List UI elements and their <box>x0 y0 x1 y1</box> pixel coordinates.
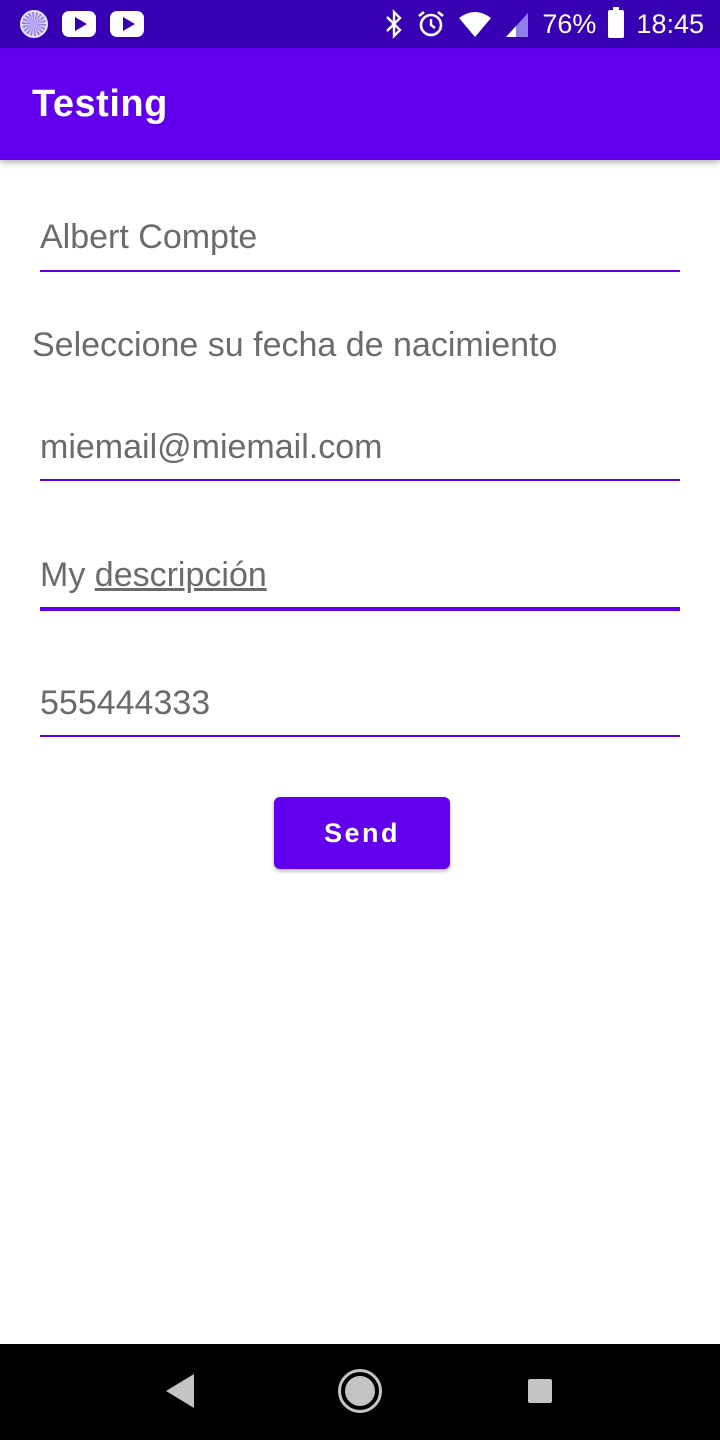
description-field[interactable]: My descripción <box>40 556 680 611</box>
battery-charging-icon <box>608 7 625 38</box>
status-bar-right: 76% 18:45 <box>372 7 704 40</box>
name-field-value: Albert Compte <box>40 218 258 256</box>
bluetooth-icon <box>384 9 404 39</box>
email-field-value: miemail@miemail.com <box>40 428 383 466</box>
phone-field[interactable]: 555444333 <box>40 684 680 737</box>
back-icon[interactable] <box>166 1374 194 1408</box>
battery-percent: 76% <box>542 8 597 39</box>
youtube-icon <box>62 11 96 37</box>
app-bar: Testing <box>0 48 720 160</box>
home-icon[interactable] <box>338 1369 382 1413</box>
birthdate-selector[interactable]: Seleccione su fecha de nacimiento <box>32 326 557 365</box>
email-field[interactable]: miemail@miemail.com <box>40 428 680 481</box>
recents-icon[interactable] <box>528 1379 552 1403</box>
signal-icon <box>504 10 530 38</box>
spinner-icon <box>20 10 48 38</box>
app-title: Testing <box>32 82 168 125</box>
description-underlined-word: descripción <box>94 556 267 594</box>
phone-field-value: 555444333 <box>40 684 211 722</box>
description-prefix: My <box>40 556 86 594</box>
send-button[interactable]: Send <box>274 797 450 869</box>
status-bar: 76% 18:45 <box>0 0 720 48</box>
alarm-icon <box>416 9 446 39</box>
status-bar-left <box>20 10 158 38</box>
wifi-icon <box>458 10 492 38</box>
name-field[interactable]: Albert Compte <box>40 218 680 272</box>
navigation-bar <box>0 1344 720 1440</box>
youtube-icon <box>110 11 144 37</box>
clock: 18:45 <box>636 8 704 39</box>
